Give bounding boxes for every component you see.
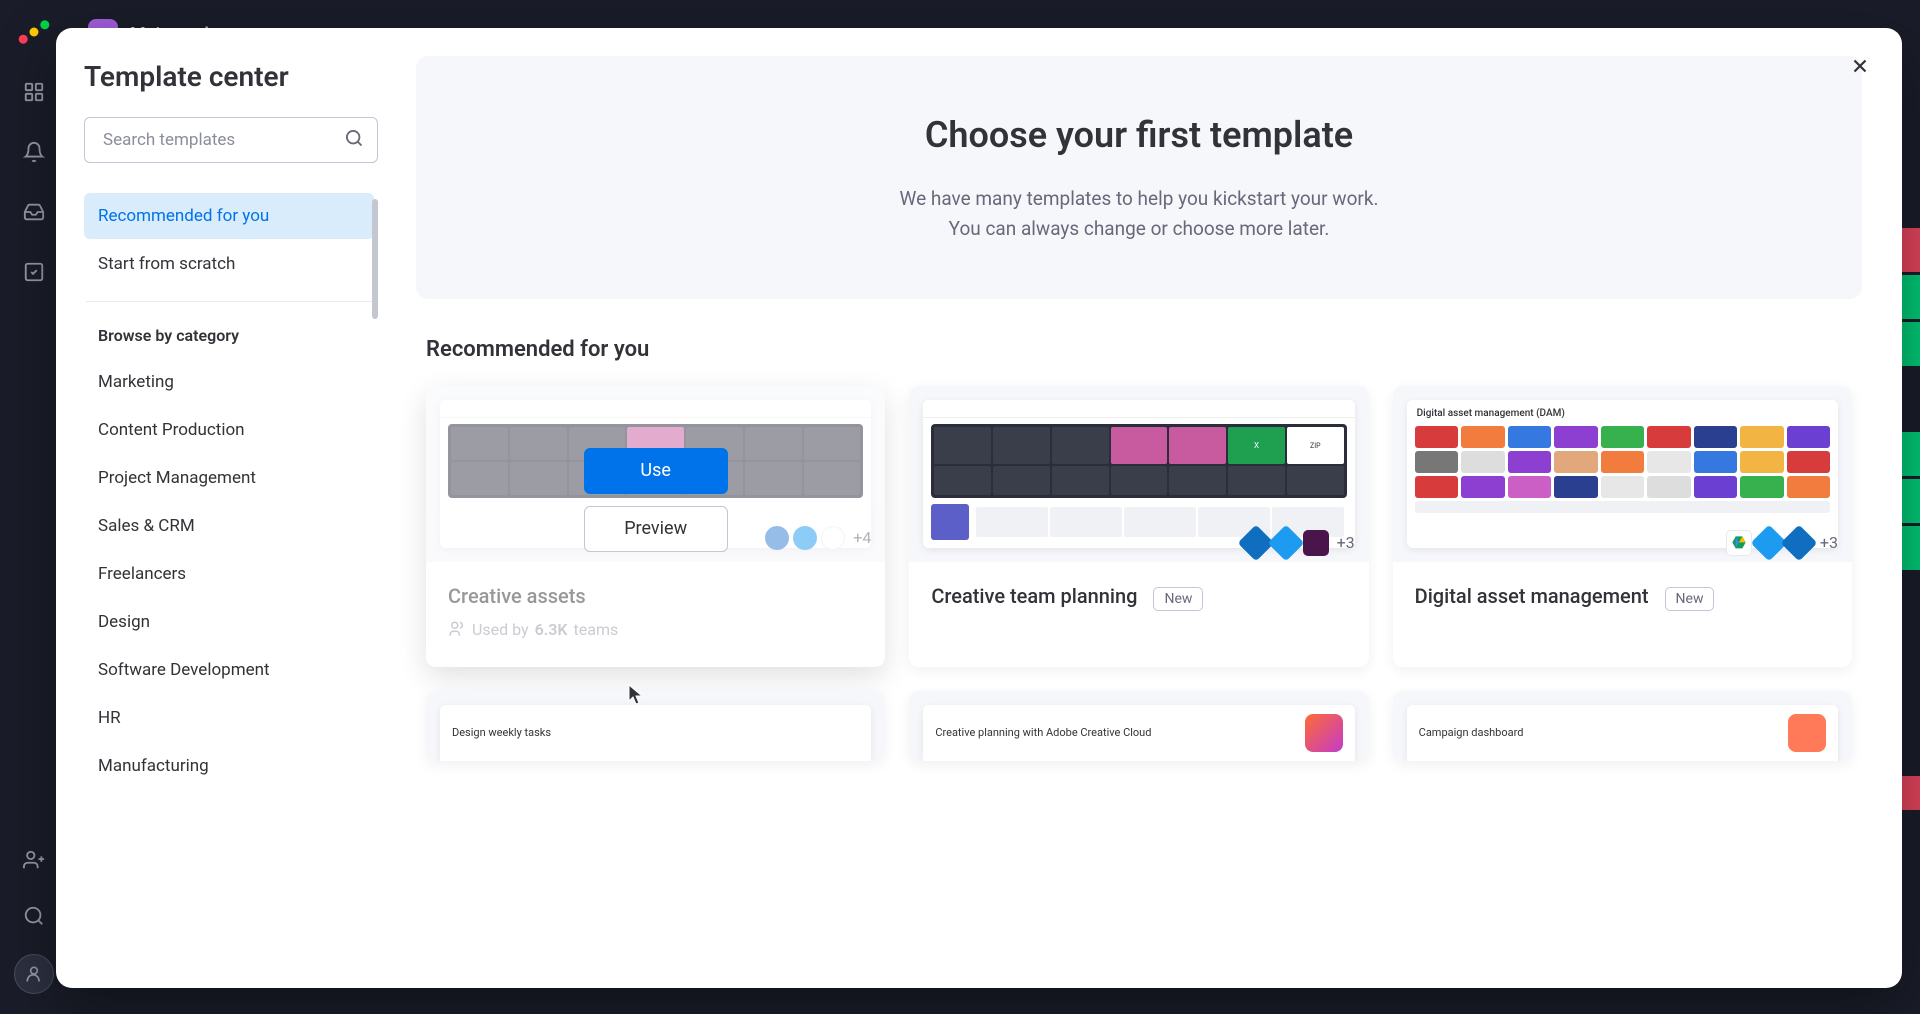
template-card-digital-asset-management[interactable]: Digital asset management (DAM): [1393, 386, 1852, 667]
category-design[interactable]: Design: [84, 599, 374, 645]
modal-title: Template center: [84, 60, 378, 93]
card-thumbnail: Creative planning with Adobe Creative Cl…: [909, 691, 1368, 761]
category-list: Recommended for you Start from scratch B…: [84, 193, 378, 988]
integration-icon: [1781, 524, 1818, 561]
integrations-more: +4: [853, 528, 871, 547]
new-badge: New: [1665, 587, 1715, 611]
category-hr[interactable]: HR: [84, 695, 374, 741]
monday-logo[interactable]: [16, 14, 52, 50]
search-input[interactable]: [84, 117, 378, 163]
integration-icon: [1726, 530, 1752, 556]
invite-icon[interactable]: [16, 842, 52, 878]
category-marketing[interactable]: Marketing: [84, 359, 374, 405]
category-content-production[interactable]: Content Production: [84, 407, 374, 453]
inbox-icon[interactable]: [16, 194, 52, 230]
category-separator: [86, 301, 372, 302]
card-thumbnail: Digital asset management (DAM): [1393, 386, 1852, 562]
new-badge: New: [1153, 587, 1203, 611]
card-name: Creative team planning: [931, 584, 1137, 608]
template-card-design-weekly-tasks[interactable]: Design weekly tasks: [426, 691, 885, 761]
sidebar: Template center Recommended for you Star…: [56, 28, 400, 988]
category-scratch[interactable]: Start from scratch: [84, 241, 374, 287]
card-name: Digital asset management: [1415, 584, 1649, 608]
close-button[interactable]: [1844, 50, 1876, 82]
category-software-development[interactable]: Software Development: [84, 647, 374, 693]
integration-icon: [1267, 524, 1304, 561]
preview-button[interactable]: Preview: [584, 506, 728, 552]
integrations: +3: [1726, 530, 1838, 556]
template-card-creative-assets[interactable]: +4 Use Preview Creative assets Used by 6…: [426, 386, 885, 667]
search-icon[interactable]: [16, 898, 52, 934]
card-info: Creative assets Used by 6.3K teams: [426, 562, 885, 667]
hero: Choose your first template We have many …: [416, 56, 1862, 299]
search-icon: [344, 128, 364, 152]
main-content: Choose your first template We have many …: [400, 28, 1902, 988]
scrollbar[interactable]: [372, 199, 378, 319]
template-card-campaign-dashboard[interactable]: Campaign dashboard: [1393, 691, 1852, 761]
card-thumbnail: XZIP +3: [909, 386, 1368, 562]
tasks-icon[interactable]: [16, 254, 52, 290]
search-wrap: [84, 117, 378, 163]
integration-icon: [1303, 530, 1329, 556]
browse-heading: Browse by category: [84, 316, 374, 359]
rail-bottom: [14, 842, 54, 1014]
hubspot-icon: [1788, 714, 1826, 752]
template-card-adobe-creative-cloud[interactable]: Creative planning with Adobe Creative Cl…: [909, 691, 1368, 761]
integrations-more: +3: [1337, 533, 1355, 552]
card-name: Creative assets: [448, 584, 586, 608]
category-recommended[interactable]: Recommended for you: [84, 193, 374, 239]
bell-icon[interactable]: [16, 134, 52, 170]
section-title: Recommended for you: [426, 337, 1862, 362]
avatar[interactable]: [14, 954, 54, 994]
category-project-management[interactable]: Project Management: [84, 455, 374, 501]
hero-subtitle: We have many templates to help you kicks…: [456, 184, 1822, 245]
adobe-icon: [1305, 714, 1343, 752]
card-thumbnail: Campaign dashboard: [1393, 691, 1852, 761]
use-button[interactable]: Use: [584, 448, 728, 494]
category-manufacturing[interactable]: Manufacturing: [84, 743, 374, 789]
category-sales-crm[interactable]: Sales & CRM: [84, 503, 374, 549]
hover-buttons: Use Preview: [584, 448, 728, 552]
card-info: Digital asset management New: [1393, 562, 1852, 639]
hero-title: Choose your first template: [456, 114, 1822, 156]
grid-icon[interactable]: [16, 74, 52, 110]
used-by: Used by 6.3K teams: [448, 620, 863, 639]
cursor-icon: [626, 683, 646, 711]
card-thumbnail: Design weekly tasks: [426, 691, 885, 761]
template-card-creative-team-planning[interactable]: XZIP +3: [909, 386, 1368, 667]
integrations: +3: [1243, 530, 1355, 556]
integrations-more: +3: [1820, 533, 1838, 552]
card-info: Creative team planning New: [909, 562, 1368, 639]
template-center-modal: Template center Recommended for you Star…: [56, 28, 1902, 988]
category-freelancers[interactable]: Freelancers: [84, 551, 374, 597]
